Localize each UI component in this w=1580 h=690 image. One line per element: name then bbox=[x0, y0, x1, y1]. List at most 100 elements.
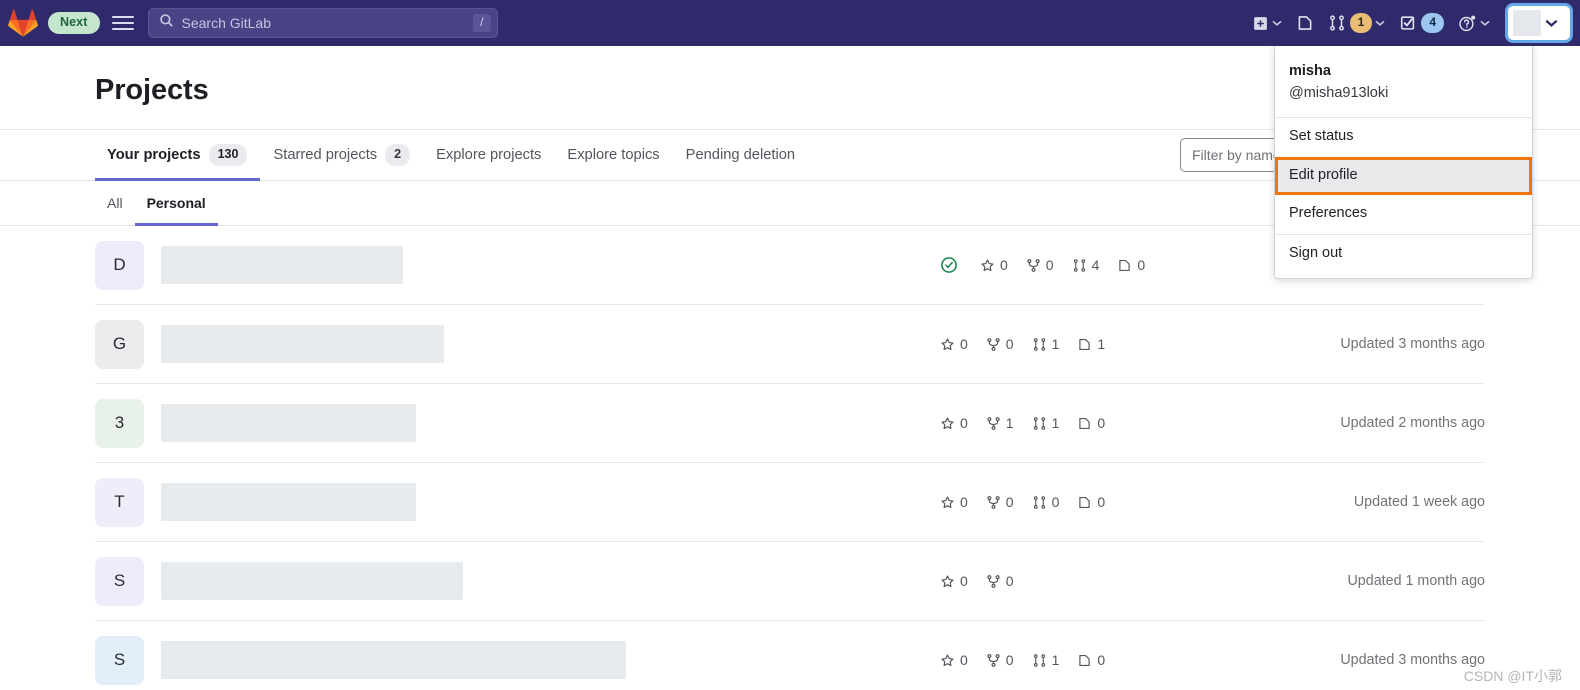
todos-button[interactable]: 4 bbox=[1393, 8, 1450, 37]
project-updated-timestamp: Updated 1 week ago bbox=[1353, 494, 1485, 510]
forks-stat[interactable]: 0 bbox=[986, 336, 1014, 352]
create-new-button[interactable] bbox=[1246, 10, 1288, 37]
merge-requests-stat[interactable]: 1 bbox=[1032, 336, 1059, 352]
fork-icon bbox=[1026, 258, 1041, 273]
tab-label: Starred projects bbox=[273, 147, 378, 163]
tab-count: 130 bbox=[208, 144, 248, 166]
merge-request-icon bbox=[1032, 337, 1047, 352]
search-input[interactable]: Search GitLab / bbox=[147, 8, 498, 38]
issues-stat[interactable]: 0 bbox=[1117, 257, 1145, 273]
forks-stat-value: 0 bbox=[1005, 336, 1014, 352]
user-name: misha bbox=[1289, 63, 1331, 79]
issues-stat-value: 0 bbox=[1097, 415, 1106, 431]
navbar-right-group: 1 4 bbox=[1246, 6, 1570, 40]
user-avatar-button[interactable] bbox=[1508, 6, 1570, 40]
hamburger-menu-icon[interactable] bbox=[110, 10, 136, 36]
merge-requests-stat[interactable]: 0 bbox=[1032, 494, 1059, 510]
issues-button[interactable] bbox=[1290, 9, 1320, 37]
chevron-down-icon bbox=[1272, 20, 1282, 26]
table-row[interactable]: S 0 0 1 0 Updated 3 months ago bbox=[95, 621, 1485, 690]
forks-stat-value: 1 bbox=[1005, 415, 1014, 431]
user-dropdown-menu: misha @misha913loki Set status Edit prof… bbox=[1274, 46, 1533, 279]
subtab-all[interactable]: All bbox=[95, 181, 135, 225]
tab-starred-projects[interactable]: Starred projects 2 bbox=[260, 130, 423, 180]
menu-item-sign-out[interactable]: Sign out bbox=[1275, 235, 1532, 274]
help-icon bbox=[1458, 14, 1477, 33]
issue-icon bbox=[1077, 653, 1092, 668]
fork-icon bbox=[986, 574, 1001, 589]
tab-label: Pending deletion bbox=[685, 147, 796, 163]
issue-icon bbox=[1077, 416, 1092, 431]
stars-stat-value: 0 bbox=[960, 494, 968, 510]
stars-stat[interactable]: 0 bbox=[980, 257, 1008, 273]
forks-stat[interactable]: 0 bbox=[1026, 257, 1054, 273]
merge-request-icon bbox=[1032, 416, 1047, 431]
project-avatar: S bbox=[95, 556, 144, 606]
stars-stat[interactable]: 0 bbox=[940, 652, 968, 668]
fork-icon bbox=[986, 495, 1001, 510]
forks-stat[interactable]: 1 bbox=[986, 415, 1014, 431]
project-name-placeholder bbox=[161, 562, 463, 600]
todos-count: 4 bbox=[1421, 13, 1444, 33]
pipeline-status-icon[interactable] bbox=[940, 256, 958, 274]
project-name-placeholder bbox=[161, 483, 416, 521]
table-row[interactable]: G 0 0 1 1 Updated 3 months ago bbox=[95, 305, 1485, 384]
chevron-down-icon bbox=[1480, 20, 1490, 26]
project-avatar: S bbox=[95, 635, 144, 685]
create-new-icon bbox=[1252, 15, 1269, 32]
merge-requests-button[interactable]: 1 bbox=[1322, 8, 1392, 37]
stars-stat-value: 0 bbox=[1000, 257, 1008, 273]
forks-stat[interactable]: 0 bbox=[986, 494, 1014, 510]
issues-stat[interactable]: 1 bbox=[1077, 336, 1105, 352]
merge-requests-stat-value: 1 bbox=[1051, 415, 1060, 431]
issues-stat[interactable]: 0 bbox=[1077, 652, 1105, 668]
tab-explore-topics[interactable]: Explore topics bbox=[554, 130, 672, 180]
issue-icon bbox=[1077, 495, 1092, 510]
tab-explore-projects[interactable]: Explore projects bbox=[423, 130, 554, 180]
issues-stat[interactable]: 0 bbox=[1077, 494, 1105, 510]
navbar-left-group: Next bbox=[8, 8, 136, 38]
fork-icon bbox=[986, 653, 1001, 668]
stars-stat[interactable]: 0 bbox=[940, 336, 968, 352]
todos-icon bbox=[1399, 14, 1417, 32]
project-stats: 0 0 1 0 bbox=[940, 652, 1105, 668]
user-handle: @misha913loki bbox=[1289, 85, 1389, 102]
chevron-down-icon bbox=[1375, 20, 1385, 26]
project-avatar: G bbox=[95, 319, 144, 369]
project-updated-timestamp: Updated 3 months ago bbox=[1340, 336, 1485, 352]
issues-stat[interactable]: 0 bbox=[1077, 415, 1105, 431]
forks-stat-value: 0 bbox=[1005, 494, 1014, 510]
issues-stat-value: 1 bbox=[1097, 336, 1106, 352]
help-button[interactable] bbox=[1452, 9, 1496, 38]
chevron-down-icon bbox=[1545, 14, 1558, 32]
forks-stat[interactable]: 0 bbox=[986, 573, 1014, 589]
merge-requests-icon bbox=[1328, 14, 1346, 32]
table-row[interactable]: 3 0 1 1 0 Updated 2 months ago bbox=[95, 384, 1485, 463]
menu-item-preferences[interactable]: Preferences bbox=[1275, 195, 1532, 234]
project-list: D 0 0 4 0 G 0 0 1 1 Updated 3 months ago 3 0 1 1 0 Updat… bbox=[0, 226, 1580, 690]
gitlab-fox-logo-icon[interactable] bbox=[8, 8, 38, 38]
merge-requests-stat[interactable]: 1 bbox=[1032, 415, 1060, 431]
merge-requests-stat[interactable]: 4 bbox=[1072, 257, 1099, 273]
tab-label: Your projects bbox=[107, 147, 201, 163]
star-icon bbox=[940, 337, 955, 352]
table-row[interactable]: S 0 0 Updated 1 month ago bbox=[95, 542, 1485, 621]
project-stats: 0 0 0 0 bbox=[940, 494, 1105, 510]
table-row[interactable]: T 0 0 0 0 Updated 1 week ago bbox=[95, 463, 1485, 542]
project-name-placeholder bbox=[161, 404, 416, 442]
menu-item-set-status[interactable]: Set status bbox=[1275, 118, 1532, 157]
user-identity-block: misha @misha913loki bbox=[1275, 46, 1532, 117]
search-placeholder: Search GitLab bbox=[181, 15, 272, 31]
stars-stat[interactable]: 0 bbox=[940, 573, 968, 589]
next-version-badge[interactable]: Next bbox=[48, 12, 100, 34]
tab-your-projects[interactable]: Your projects 130 bbox=[95, 130, 261, 181]
stars-stat[interactable]: 0 bbox=[940, 494, 968, 510]
project-name-placeholder bbox=[161, 325, 444, 363]
tab-pending-deletion[interactable]: Pending deletion bbox=[673, 130, 808, 180]
stars-stat[interactable]: 0 bbox=[940, 415, 968, 431]
forks-stat-value: 0 bbox=[1005, 573, 1014, 589]
subtab-personal[interactable]: Personal bbox=[134, 181, 218, 226]
menu-item-edit-profile[interactable]: Edit profile bbox=[1275, 156, 1532, 196]
merge-requests-stat[interactable]: 1 bbox=[1032, 652, 1059, 668]
forks-stat[interactable]: 0 bbox=[986, 652, 1014, 668]
